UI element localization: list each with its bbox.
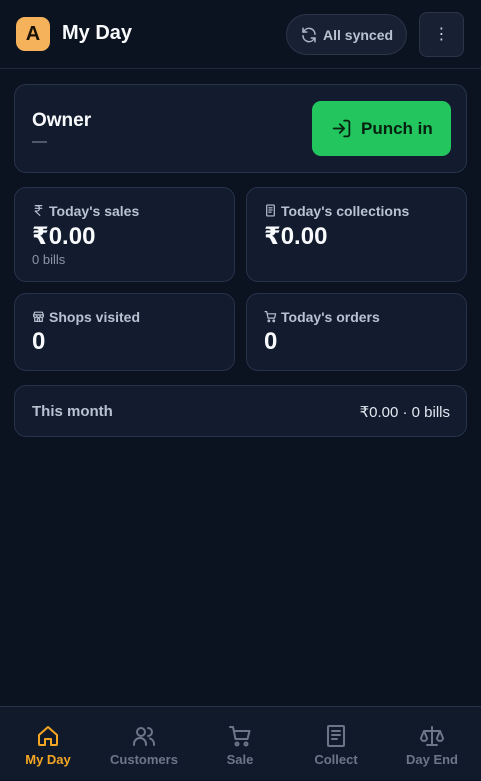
cart-icon [229,726,251,747]
receipt-icon [266,204,275,217]
sales-label-row: Today's sales [32,203,139,219]
punch-in-button[interactable]: Punch in [312,101,451,156]
nav-label: Customers [110,752,178,767]
nav-sale[interactable]: Sale [192,707,288,781]
cart-icon [264,311,277,323]
page-title: My Day [62,22,133,44]
nav-my-day[interactable]: My Day [0,707,96,781]
store-icon [33,311,44,322]
nav-collect[interactable]: Collect [288,707,384,781]
rupee-icon [34,205,43,216]
punch-in-label: Punch in [361,119,433,138]
sales-card[interactable]: Today's sales ₹0.00 0 bills [14,187,235,282]
receipt-icon [327,725,345,747]
avatar[interactable]: A [16,17,50,51]
orders-value: 0 [264,328,278,355]
orders-label: Today's orders [281,309,380,325]
collections-value: ₹0.00 [264,223,328,250]
month-value: ₹0.00 · 0 bills [359,404,450,421]
sync-status-label: All synced [323,27,394,43]
nav-label: Day End [405,752,458,767]
month-label: This month [32,403,113,420]
refresh-icon [302,27,316,43]
more-menu-button[interactable]: ⋮ [419,12,464,57]
collections-label-row: Today's collections [264,203,409,219]
more-vertical-icon: ⋮ [433,26,450,43]
app-header: A My Day All synced ⋮ [0,0,481,69]
user-name: Owner [32,110,92,131]
collections-card[interactable]: Today's collections ₹0.00 [246,187,467,282]
nav-label: Sale [226,752,254,767]
monthly-summary-card[interactable]: This month ₹0.00 · 0 bills [14,385,467,437]
nav-label: Collect [314,752,358,767]
users-icon [133,727,155,746]
user-subtitle: — [32,133,47,150]
nav-day-end[interactable]: Day End [384,707,480,781]
bottom-nav: My Day Customers Sale Collect Day End [0,706,481,780]
sync-status-button[interactable]: All synced [286,14,407,55]
nav-customers[interactable]: Customers [96,707,192,781]
scale-icon [420,726,444,746]
log-in-icon [332,119,351,138]
nav-label: My Day [25,752,71,767]
orders-label-row: Today's orders [264,309,380,325]
collections-label: Today's collections [281,203,410,219]
orders-card[interactable]: Today's orders 0 [246,293,467,371]
shops-value: 0 [32,328,46,355]
sales-bill-count: 0 bills [32,252,66,267]
shops-visited-card[interactable]: Shops visited 0 [14,293,235,371]
shops-label-row: Shops visited [32,309,140,325]
sales-label: Today's sales [49,203,140,219]
shops-label: Shops visited [49,309,141,325]
home-icon [38,726,58,746]
attendance-card: Owner — Punch in [14,84,467,173]
sales-value: ₹0.00 [32,223,96,250]
